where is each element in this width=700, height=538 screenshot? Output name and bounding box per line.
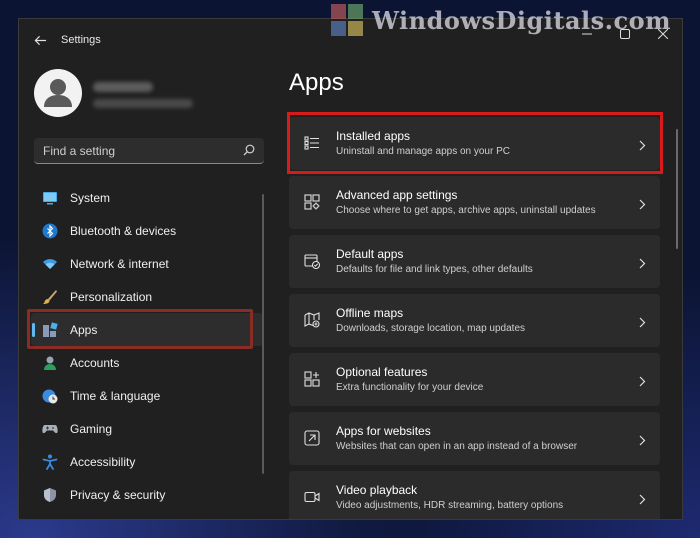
- list-icon: [304, 135, 320, 151]
- sidebar-item-bluetooth[interactable]: Bluetooth & devices: [31, 214, 263, 247]
- chevron-right-icon: [638, 374, 646, 387]
- sidebar-item-label: Accessibility: [70, 454, 136, 469]
- card-title: Apps for websites: [336, 424, 431, 438]
- sidebar-item-label: Bluetooth & devices: [70, 223, 177, 238]
- person-icon: [42, 355, 58, 371]
- sidebar-item-network[interactable]: Network & internet: [31, 247, 263, 280]
- card-description: Defaults for file and link types, other …: [336, 264, 533, 275]
- settings-window: Settings Find a setting System Bluetooth…: [18, 18, 683, 520]
- wifi-icon: [42, 256, 58, 272]
- avatar[interactable]: [34, 69, 82, 117]
- watermark-logo-icon: [331, 4, 363, 36]
- card-description: Extra functionality for your device: [336, 382, 484, 393]
- watermark-text: WindowsDigitals.com: [372, 5, 672, 35]
- card-title: Offline maps: [336, 306, 404, 320]
- back-button[interactable]: [29, 29, 51, 51]
- map-icon: [304, 312, 320, 328]
- card-advanced-app-settings[interactable]: Advanced app settings Choose where to ge…: [289, 176, 660, 229]
- sidebar-item-label: Personalization: [70, 289, 153, 304]
- search-icon[interactable]: [243, 144, 255, 156]
- sidebar-item-label: Apps: [70, 322, 98, 337]
- sidebar-item-time-language[interactable]: Time & language: [31, 379, 263, 412]
- chevron-right-icon: [638, 256, 646, 269]
- bluetooth-icon: [42, 223, 58, 239]
- monitor-icon: [42, 190, 58, 206]
- watermark: WindowsDigitals.com: [330, 2, 671, 38]
- chevron-right-icon: [638, 492, 646, 505]
- apps-card-list: Installed apps Uninstall and manage apps…: [289, 117, 660, 519]
- sidebar-item-label: Privacy & security: [70, 487, 166, 502]
- sidebar-item-system[interactable]: System: [31, 181, 263, 214]
- app-settings-icon: [304, 194, 320, 210]
- sidebar-item-accounts[interactable]: Accounts: [31, 346, 263, 379]
- sidebar-item-label: Gaming: [70, 421, 113, 436]
- open-in-app-icon: [304, 430, 320, 446]
- accessibility-icon: [42, 454, 58, 470]
- globe-clock-icon: [42, 388, 58, 404]
- content-scrollbar[interactable]: [676, 129, 678, 249]
- card-offline-maps[interactable]: Offline maps Downloads, storage location…: [289, 294, 660, 347]
- chevron-right-icon: [638, 433, 646, 446]
- grid-plus-icon: [304, 371, 320, 387]
- chevron-right-icon: [638, 197, 646, 210]
- card-default-apps[interactable]: Default apps Defaults for file and link …: [289, 235, 660, 288]
- card-video-playback[interactable]: Video playback Video adjustments, HDR st…: [289, 471, 660, 519]
- sidebar-item-personalization[interactable]: Personalization: [31, 280, 263, 313]
- sidebar-item-label: Time & language: [70, 388, 161, 403]
- apps-icon: [42, 321, 58, 338]
- person-avatar-icon: [44, 79, 72, 107]
- user-name-blurred: [93, 82, 153, 92]
- app-title: Settings: [61, 34, 101, 46]
- card-optional-features[interactable]: Optional features Extra functionality fo…: [289, 353, 660, 406]
- sidebar-nav: System Bluetooth & devices Network & int…: [31, 181, 263, 511]
- card-title: Default apps: [336, 247, 404, 261]
- back-arrow-icon: [34, 35, 46, 45]
- sidebar-item-apps[interactable]: Apps: [31, 313, 263, 346]
- card-description: Websites that can open in an app instead…: [336, 441, 578, 452]
- search-input[interactable]: [34, 138, 234, 163]
- sidebar-scrollbar[interactable]: [262, 194, 264, 474]
- sidebar-item-label: Accounts: [70, 355, 120, 370]
- sidebar-item-accessibility[interactable]: Accessibility: [31, 445, 263, 478]
- card-title: Video playback: [336, 483, 418, 497]
- chevron-right-icon: [638, 138, 646, 151]
- card-title: Advanced app settings: [336, 188, 458, 202]
- card-description: Uninstall and manage apps on your PC: [336, 146, 510, 157]
- card-description: Choose where to get apps, archive apps, …: [336, 205, 596, 216]
- default-apps-icon: [304, 253, 321, 270]
- card-title: Optional features: [336, 365, 428, 379]
- gamepad-icon: [42, 421, 58, 437]
- card-description: Video adjustments, HDR streaming, batter…: [336, 500, 564, 511]
- video-icon: [304, 489, 320, 505]
- card-description: Downloads, storage location, map updates: [336, 323, 526, 334]
- sidebar-item-gaming[interactable]: Gaming: [31, 412, 263, 445]
- card-installed-apps[interactable]: Installed apps Uninstall and manage apps…: [289, 117, 660, 170]
- user-email-blurred: [93, 99, 193, 108]
- sidebar-item-label: System: [70, 190, 111, 205]
- chevron-right-icon: [638, 315, 646, 328]
- shield-icon: [42, 487, 58, 503]
- card-apps-for-websites[interactable]: Apps for websites Websites that can open…: [289, 412, 660, 465]
- paintbrush-icon: [42, 289, 58, 305]
- page-title: Apps: [289, 69, 344, 96]
- card-title: Installed apps: [336, 129, 411, 143]
- search-box[interactable]: [34, 138, 264, 164]
- sidebar-item-label: Network & internet: [70, 256, 169, 271]
- sidebar-item-privacy[interactable]: Privacy & security: [31, 478, 263, 511]
